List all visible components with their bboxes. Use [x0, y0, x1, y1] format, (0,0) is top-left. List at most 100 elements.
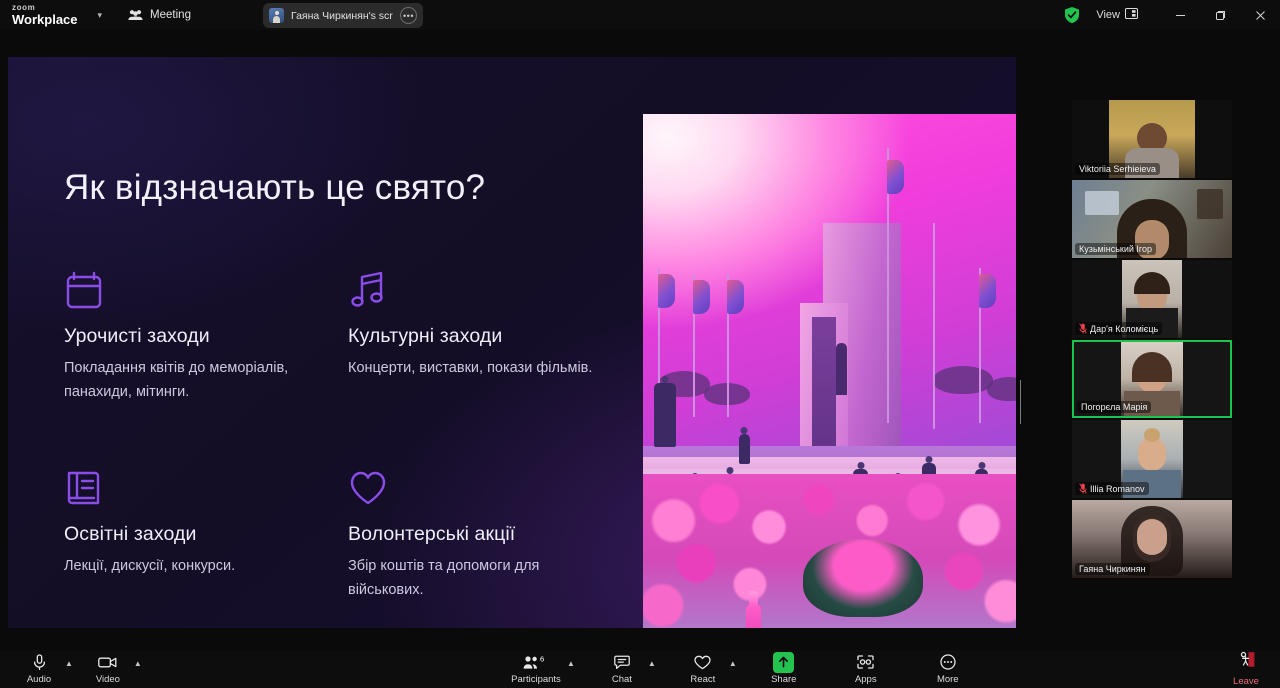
microphone-icon [33, 653, 46, 671]
brand-small-label: zoom [12, 3, 36, 12]
participant-name-label: Illia Romanov [1075, 482, 1149, 495]
maximize-button[interactable] [1200, 0, 1240, 30]
participant-tile[interactable]: Кузьмінський Ігор [1072, 180, 1232, 258]
flag-cloth [887, 159, 905, 194]
react-button[interactable]: React [680, 650, 726, 688]
participants-chevron-icon[interactable]: ▲ [567, 659, 575, 668]
calendar-icon [64, 265, 340, 311]
flag-cloth [692, 279, 710, 314]
slide-feature-grid: Урочисті заходи Покладання квітів до мем… [64, 265, 624, 603]
video-label: Video [95, 673, 120, 685]
participant-name: Кузьмінський Ігор [1079, 244, 1152, 254]
participant-filmstrip: Viktoriia Serhieieva Кузьмінський Ігор Д… [1072, 100, 1232, 645]
audio-button[interactable]: Audio [16, 650, 62, 688]
feature-item-volunteer: Волонтерські акції Збір коштів та допомо… [348, 463, 624, 603]
audio-label: Audio [26, 673, 52, 685]
participant-tile-active-speaker[interactable]: Погорєла Марія [1072, 340, 1232, 418]
feature-heading: Культурні заходи [348, 325, 503, 347]
tree-shape [933, 365, 994, 394]
apps-icon [857, 654, 874, 671]
brand-main-label: Workplace [12, 12, 78, 27]
feature-item-cultural: Культурні заходи Концерти, виставки, пок… [348, 265, 624, 405]
toolbar-center-group: 6 Participants ▲ Chat ▲ React ▲ Share Ap… [508, 650, 971, 688]
feature-heading: Волонтерські акції [348, 522, 516, 545]
people-icon [128, 9, 143, 21]
music-note-icon [348, 265, 624, 311]
participants-button[interactable]: 6 Participants [508, 650, 564, 688]
heart-icon [348, 463, 624, 509]
zoom-workplace-logo: zoom Workplace [12, 3, 78, 27]
leave-button[interactable]: Leave [1222, 650, 1270, 688]
flag-cloth [727, 279, 745, 314]
screen-share-indicator[interactable]: Гаяна Чиркинян's screen ••• [263, 3, 423, 28]
participant-tile[interactable]: Гаяна Чиркинян [1072, 500, 1232, 578]
feature-body: Концерти, виставки, покази фільмів. [348, 360, 593, 376]
react-label: React [690, 673, 716, 685]
participants-label: Participants [511, 673, 561, 685]
participant-name-label: Кузьмінський Ігор [1075, 243, 1156, 255]
feature-body: Покладання квітів до меморіалів, панахид… [64, 360, 289, 400]
meeting-stage: Як відзначають це свято? Урочисті заходи… [0, 30, 1280, 650]
camera-icon [98, 654, 117, 671]
feature-body: Лекції, дискусії, конкурси. [64, 557, 236, 574]
layout-grid-icon [1125, 8, 1138, 22]
share-button[interactable]: Share [761, 650, 807, 688]
minimize-button[interactable] [1160, 0, 1200, 30]
muted-mic-icon [1079, 483, 1087, 494]
audio-options-chevron-icon[interactable]: ▲ [65, 659, 73, 668]
participant-name-label: Погорєла Марія [1077, 401, 1152, 413]
shared-screen-slide[interactable]: Як відзначають це свято? Урочисті заходи… [8, 57, 1016, 628]
participant-name: Viktoriia Serhieieva [1079, 164, 1156, 174]
person-figure [738, 434, 750, 465]
feature-item-ceremonial: Урочисті заходи Покладання квітів до мем… [64, 265, 340, 405]
meeting-toolbar: Audio ▲ Video ▲ 6 Participants ▲ Chat ▲ … [0, 650, 1280, 688]
participant-name: Погорєла Марія [1081, 402, 1148, 412]
chat-button[interactable]: Chat [599, 650, 645, 688]
view-button[interactable]: View [1096, 8, 1138, 22]
participant-name-label: Viktoriia Serhieieva [1075, 163, 1160, 175]
encryption-shield-icon[interactable] [1064, 6, 1080, 24]
view-button-label: View [1096, 9, 1120, 21]
leave-label: Leave [1233, 676, 1259, 687]
chat-label: Chat [611, 673, 632, 685]
share-label: Share [771, 673, 797, 685]
panel-resize-handle[interactable] [1020, 380, 1024, 424]
more-button[interactable]: More [925, 650, 971, 688]
video-button[interactable]: Video [85, 650, 131, 688]
book-icon [64, 463, 340, 509]
flag-pole [933, 222, 936, 429]
muted-mic-icon [1079, 323, 1087, 334]
feature-item-educational: Освітні заходи Лекції, дискусії, конкурс… [64, 463, 340, 603]
toolbar-left-group: Audio ▲ Video ▲ [16, 650, 144, 688]
meeting-tab[interactable]: Meeting [128, 9, 191, 21]
participant-name: Дар'я Коломієць [1090, 323, 1159, 334]
more-ellipsis-icon [940, 654, 956, 671]
apps-button[interactable]: Apps [843, 650, 889, 688]
react-chevron-icon[interactable]: ▲ [729, 659, 737, 668]
participant-tile[interactable]: Дар'я Коломієць [1072, 260, 1232, 338]
apps-label: Apps [854, 673, 877, 685]
close-button[interactable] [1240, 0, 1280, 30]
flag-cloth [658, 274, 676, 309]
window-controls-group: View [1064, 0, 1280, 30]
presenter-avatar [269, 8, 284, 23]
memorial-photo [643, 114, 1016, 628]
flag-cloth [979, 274, 997, 309]
person-figure [654, 382, 677, 447]
participant-name: Гаяна Чиркинян [1079, 564, 1146, 574]
feature-heading: Урочисті заходи [64, 325, 210, 347]
screen-share-title: Гаяна Чиркинян's screen [291, 9, 393, 22]
chat-chevron-icon[interactable]: ▲ [648, 659, 656, 668]
participant-name-label: Гаяна Чиркинян [1075, 563, 1150, 575]
share-screen-icon [773, 651, 795, 673]
video-options-chevron-icon[interactable]: ▲ [134, 659, 142, 668]
bouquet [803, 539, 924, 618]
chevron-down-icon[interactable]: ▾ [98, 10, 103, 21]
participant-name: Illia Romanov [1090, 483, 1145, 494]
participant-tile[interactable]: Viktoriia Serhieieva [1072, 100, 1232, 178]
participant-tile[interactable]: Illia Romanov [1072, 420, 1232, 498]
participant-name-label: Дар'я Коломієць [1075, 322, 1163, 335]
statue-figure [835, 342, 847, 395]
heart-reaction-icon [694, 654, 711, 671]
share-more-icon[interactable]: ••• [400, 7, 417, 24]
